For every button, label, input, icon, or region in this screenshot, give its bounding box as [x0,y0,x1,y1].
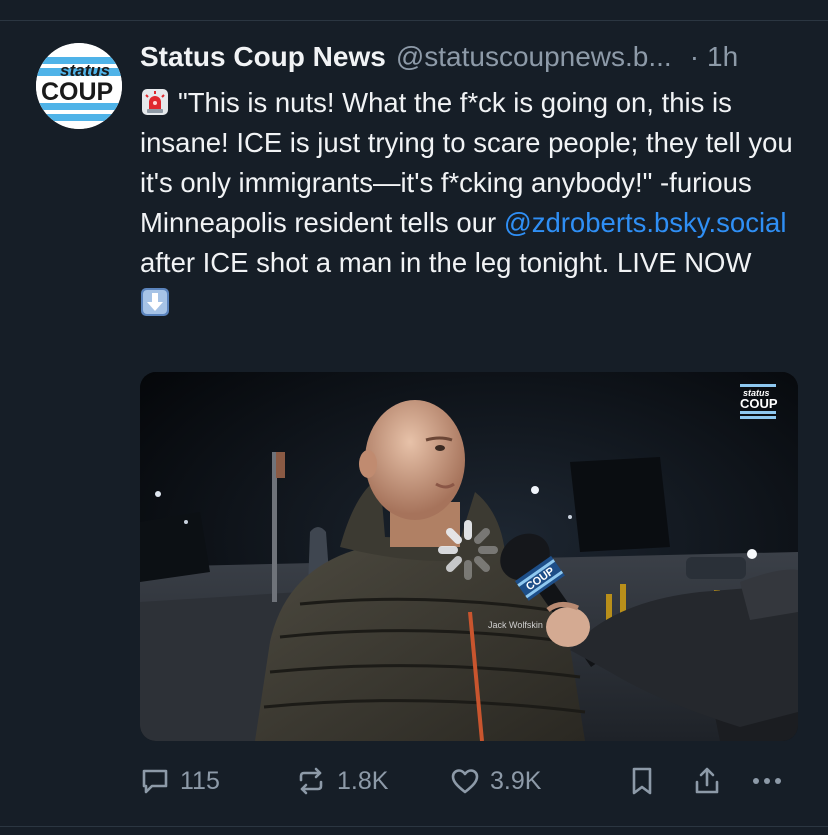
like-count: 3.9K [490,766,542,795]
mention-link[interactable]: @zdroberts.bsky.social [504,207,787,238]
siren-emoji-icon [140,87,170,117]
jacket-logo-text: Jack Wolfskin [488,620,543,630]
avatar-text-bottom: COUP [41,78,113,106]
more-options-button[interactable] [750,763,784,799]
like-button[interactable]: 3.9K [450,763,541,799]
watermark-text-bottom: COUP [740,396,778,411]
reply-button[interactable]: 115 [140,763,220,799]
down-arrow-emoji-icon [140,287,170,317]
share-icon [692,766,722,796]
like-icon [450,766,480,796]
author-display-name[interactable]: Status Coup News [140,41,386,73]
post[interactable]: status COUP Status Coup News @statuscoup… [0,21,828,826]
repost-button[interactable]: 1.8K [295,763,388,799]
post-time[interactable]: 1h [707,41,738,73]
post-video[interactable]: Jack Wolfskin COUP status COUP [140,372,798,741]
author-avatar[interactable]: status COUP [36,43,122,129]
post-header: Status Coup News @statuscoupnews.b... · … [140,41,800,75]
post-body: "This is nuts! What the f*ck is going on… [140,83,805,323]
share-button[interactable] [692,763,722,799]
bookmark-button[interactable] [628,763,656,799]
post-actions: 115 1.8K 3.9K [140,763,800,799]
repost-count: 1.8K [337,766,389,795]
more-icon [750,766,784,796]
reply-icon [140,766,170,796]
repost-icon [295,766,327,796]
post-text-end: after ICE shot a man in the leg tonight.… [140,247,752,278]
author-handle[interactable]: @statuscoupnews.b... [396,41,672,73]
reply-count: 115 [180,766,220,795]
bookmark-icon [628,766,656,796]
bottom-divider [0,826,828,827]
time-separator: · [689,41,700,72]
